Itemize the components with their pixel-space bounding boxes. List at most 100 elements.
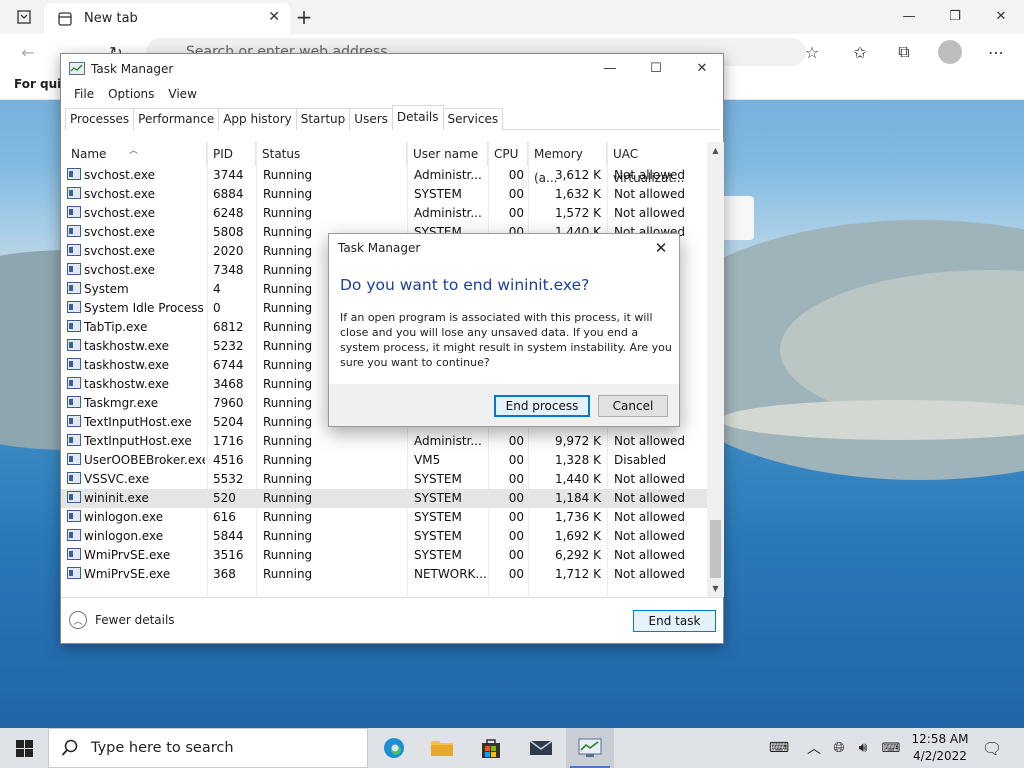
table-row[interactable]: wininit.exe 520 Running SYSTEM 00 1,184 K Not … — [61, 489, 707, 508]
tab-app-history[interactable]: App history — [218, 108, 297, 130]
cell-name: taskhostw.exe — [67, 337, 205, 356]
column-header-pid[interactable]: PID — [207, 142, 256, 166]
process-name: VSSVC.exe — [84, 472, 150, 486]
column-header-cpu[interactable]: CPU — [488, 142, 528, 166]
add-favorite-icon[interactable]: ☆ — [798, 38, 826, 66]
volume-icon[interactable]: 🔊︎ — [852, 728, 874, 768]
tab-processes[interactable]: Processes — [65, 108, 135, 130]
tab-startup[interactable]: Startup — [295, 108, 351, 130]
cell-user: Administr... — [414, 168, 482, 182]
tm-close-icon[interactable]: ✕ — [679, 54, 725, 82]
process-name: taskhostw.exe — [84, 377, 169, 391]
tab-actions-icon[interactable] — [10, 3, 38, 31]
collections-icon[interactable]: ⧉ — [890, 38, 918, 66]
table-row[interactable]: svchost.exe 6884 Running SYSTEM 00 1,632 K Not… — [61, 185, 707, 204]
network-icon[interactable]: 🌐︎ — [828, 728, 850, 768]
table-row[interactable]: svchost.exe 6248 Running Administr... 00 1,57… — [61, 204, 707, 223]
edge-taskbar-button[interactable] — [370, 728, 418, 768]
keyboard-icon[interactable]: ⌨ — [762, 728, 796, 768]
fewer-details-button[interactable]: ︿ Fewer details — [69, 611, 175, 629]
profile-avatar[interactable] — [938, 40, 962, 64]
table-row[interactable]: svchost.exe 3744 Running Administr... 00 3,61… — [61, 166, 707, 185]
cell-name: System Idle Process — [67, 299, 205, 318]
chevron-up-icon[interactable]: ︿ — [804, 728, 824, 768]
cell-name: System — [67, 280, 205, 299]
task-manager-taskbar-button[interactable] — [566, 728, 614, 768]
column-header-name[interactable]: Name ︿ — [61, 142, 207, 166]
start-button[interactable] — [0, 728, 48, 768]
table-row[interactable]: TextInputHost.exe 1716 Running Administr...… — [61, 432, 707, 451]
end-process-button[interactable]: End process — [494, 395, 590, 417]
menu-view[interactable]: View — [161, 84, 203, 106]
table-row[interactable]: VSSVC.exe 5532 Running SYSTEM 00 1,440 K Not a… — [61, 470, 707, 489]
tab-users[interactable]: Users — [349, 108, 393, 130]
cell-pid: 520 — [213, 491, 236, 505]
cell-name: UserOOBEBroker.exe — [67, 451, 205, 470]
column-header-uac[interactable]: UAC virtualizat... — [607, 142, 707, 185]
cell-pid: 6248 — [213, 206, 244, 220]
notification-icon[interactable]: 🗨︎ — [978, 728, 1006, 768]
new-tab-button[interactable]: + — [290, 3, 318, 31]
browser-tab[interactable]: New tab ✕ — [44, 3, 290, 34]
scroll-up-icon[interactable]: ▲ — [707, 142, 724, 159]
minimize-icon[interactable]: — — [886, 4, 932, 28]
cell-cpu: 00 — [508, 168, 524, 182]
column-header-user[interactable]: User name — [407, 142, 488, 166]
column-header-status[interactable]: Status — [256, 142, 407, 166]
process-icon — [67, 415, 81, 427]
cell-status: Running — [263, 491, 313, 505]
cancel-button[interactable]: Cancel — [598, 395, 668, 417]
table-row[interactable]: WmiPrvSE.exe 368 Running NETWORK... 00 1,712 … — [61, 565, 707, 584]
more-options-icon[interactable]: ⋯ — [982, 38, 1010, 66]
tab-details[interactable]: Details — [391, 105, 444, 130]
dialog-close-icon[interactable]: ✕ — [649, 237, 673, 259]
table-row[interactable]: winlogon.exe 616 Running SYSTEM 00 1,736 K Not… — [61, 508, 707, 527]
scrollbar-thumb[interactable] — [710, 520, 721, 578]
cell-pid: 6812 — [213, 320, 244, 334]
input-method-icon[interactable]: ⌨ — [878, 728, 904, 768]
cell-uac: Not allowed — [614, 548, 686, 562]
taskbar-search-box[interactable]: Type here to search — [48, 728, 368, 768]
system-clock[interactable]: 12:58 AM 4/2/2022 — [906, 731, 974, 765]
table-row[interactable]: UserOOBEBroker.exe 4516 Running VM5 00 1,328 … — [61, 451, 707, 470]
cell-name: taskhostw.exe — [67, 375, 205, 394]
restore-icon[interactable]: ❐ — [932, 4, 978, 28]
process-name: svchost.exe — [84, 244, 155, 258]
table-row[interactable]: WmiPrvSE.exe 3516 Running SYSTEM 00 6,292 K No… — [61, 546, 707, 565]
close-icon[interactable]: ✕ — [978, 4, 1024, 28]
mail-taskbar-button[interactable] — [517, 728, 565, 768]
column-header-memory[interactable]: Memory (a... — [528, 142, 607, 185]
scroll-down-icon[interactable]: ▼ — [707, 580, 724, 597]
cell-pid: 7960 — [213, 396, 244, 410]
cell-cpu: 00 — [508, 491, 524, 505]
store-taskbar-button[interactable] — [467, 728, 515, 768]
vertical-scrollbar[interactable]: ▲ ▼ — [707, 142, 724, 597]
file-explorer-taskbar-button[interactable] — [418, 728, 466, 768]
favorites-icon[interactable]: ✩ — [846, 38, 874, 66]
dialog-title: Task Manager — [338, 241, 421, 255]
back-icon[interactable]: ← — [14, 38, 42, 66]
process-name: svchost.exe — [84, 187, 155, 201]
cell-memory: 1,632 K — [554, 187, 601, 201]
process-name: svchost.exe — [84, 225, 155, 239]
process-name: svchost.exe — [84, 206, 155, 220]
cell-pid: 5232 — [213, 339, 244, 353]
process-icon — [67, 510, 81, 522]
cell-memory: 1,736 K — [554, 510, 601, 524]
cell-cpu: 00 — [508, 472, 524, 486]
tm-maximize-icon[interactable]: ☐ — [633, 54, 679, 82]
menu-options[interactable]: Options — [101, 84, 161, 106]
tab-services[interactable]: Services — [442, 108, 504, 130]
cell-status: Running — [263, 453, 313, 467]
end-task-button[interactable]: End task — [633, 610, 716, 632]
table-row[interactable]: winlogon.exe 5844 Running SYSTEM 00 1,692 K No… — [61, 527, 707, 546]
tab-performance[interactable]: Performance — [133, 108, 220, 130]
cell-user: SYSTEM — [414, 510, 462, 524]
cell-status: Running — [263, 510, 313, 524]
process-name: Taskmgr.exe — [84, 396, 159, 410]
process-name: UserOOBEBroker.exe — [84, 453, 205, 467]
menu-file[interactable]: File — [67, 84, 101, 106]
tm-minimize-icon[interactable]: — — [587, 54, 633, 82]
process-icon — [67, 320, 81, 332]
close-tab-icon[interactable]: ✕ — [268, 9, 280, 25]
